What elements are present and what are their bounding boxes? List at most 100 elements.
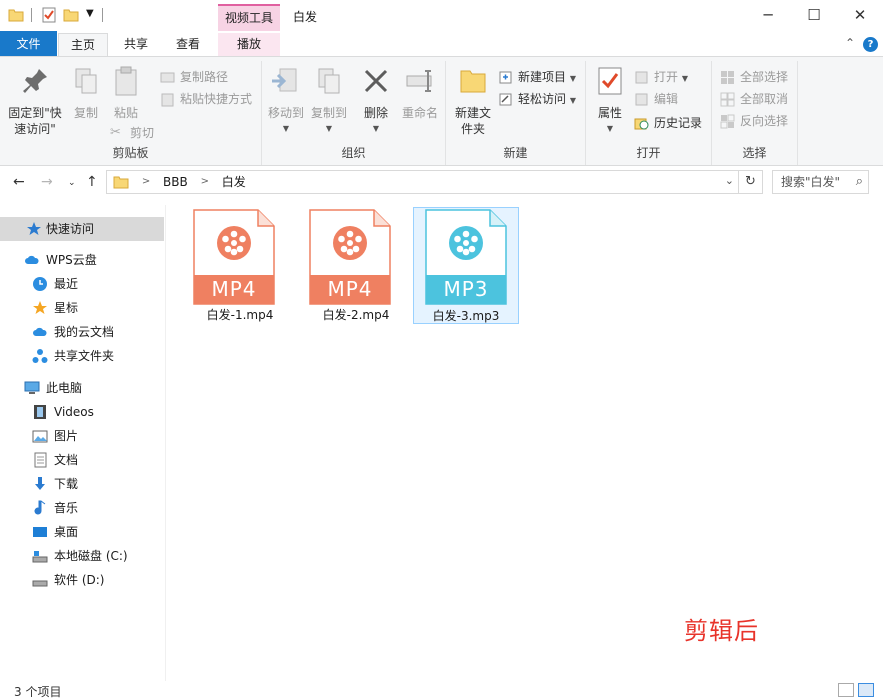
nav-item-desktop[interactable]: 桌面 [0, 520, 164, 544]
address-dropdown-chevron-icon[interactable]: ⌄ [725, 174, 734, 187]
details-view-icon[interactable] [838, 683, 854, 697]
nav-item-software-drive[interactable]: 软件 (D:) [0, 568, 164, 592]
paste-button[interactable]: 粘贴 [108, 65, 144, 121]
nav-item-videos[interactable]: Videos [0, 400, 164, 424]
window-title: 白发 [293, 10, 318, 24]
recent-locations-chevron-icon[interactable]: ⌄ [68, 178, 76, 188]
nav-item-music[interactable]: 音乐 [0, 496, 164, 520]
invert-selection-button[interactable]: 反向选择 [720, 111, 788, 131]
collapse-ribbon-chevron-icon[interactable]: ⌃ [845, 36, 855, 50]
new-folder-icon[interactable] [63, 7, 79, 23]
share-nodes-icon [32, 349, 48, 363]
edit-icon [635, 93, 648, 106]
nav-label: 共享文件夹 [54, 349, 115, 363]
file-item[interactable]: MP4 白发-2.mp4 [303, 207, 409, 324]
nav-item-recent[interactable]: 最近 [0, 272, 164, 296]
file-item-selected[interactable]: MP3 白发-3.mp3 [413, 207, 519, 324]
back-arrow-icon[interactable]: ← [13, 174, 25, 190]
nav-label: 星标 [54, 301, 79, 315]
nav-label: 我的云文档 [54, 325, 115, 339]
folder-icon [113, 176, 129, 189]
breadcrumb: > BBB > 白发 [113, 171, 246, 193]
nav-label: 音乐 [54, 501, 79, 515]
file-type-badge: MP4 [211, 277, 257, 301]
select-all-button[interactable]: 全部选择 [720, 67, 788, 87]
move-to-button[interactable]: 移动到 ▼ [266, 65, 306, 137]
maximize-button[interactable]: ☐ [791, 0, 837, 31]
nav-label: 软件 (D:) [54, 573, 105, 587]
tab-play[interactable]: 播放 [218, 33, 280, 57]
minimize-button[interactable]: ─ [745, 0, 791, 31]
paste-label: 粘贴 [113, 106, 138, 120]
folder-icon[interactable] [8, 7, 24, 23]
address-row: ← → ⌄ ↑ > BBB > 白发 ⌄ ↻ 搜索"白发" ⌕ [0, 167, 883, 199]
clock-icon [33, 277, 47, 291]
nav-item-downloads[interactable]: 下载 [0, 472, 164, 496]
new-group-label: 新建 [503, 146, 528, 160]
copy-path-button[interactable]: 复制路径 [160, 67, 228, 87]
nav-item-shared-folders[interactable]: 共享文件夹 [0, 344, 164, 368]
rename-button[interactable]: 重命名 [400, 65, 440, 121]
properties-check-icon[interactable] [41, 7, 57, 23]
copy-to-label: 复制到 [310, 106, 347, 120]
history-button[interactable]: 历史记录 [634, 113, 702, 133]
tab-home[interactable]: 主页 [58, 33, 108, 58]
download-arrow-icon [35, 477, 45, 490]
rename-icon [406, 70, 432, 92]
paste-shortcut-button[interactable]: 粘贴快捷方式 [160, 89, 252, 109]
new-item-button[interactable]: 新建项目 ▼ [498, 67, 576, 87]
search-input[interactable]: 搜索"白发" ⌕ [772, 170, 869, 194]
close-button[interactable]: ✕ [837, 0, 883, 31]
customize-toolbar-chevron-icon[interactable]: ▼ [86, 8, 102, 24]
video-tools-context-label: 视频工具 [218, 4, 280, 33]
nav-item-wps-cloud[interactable]: WPS云盘 [0, 248, 164, 272]
breadcrumb-item[interactable]: BBB [163, 171, 188, 193]
delete-button[interactable]: 删除 ▼ [360, 65, 392, 137]
refresh-icon[interactable]: ↻ [739, 170, 763, 194]
computer-icon [24, 381, 40, 394]
pin-quick-access-button[interactable]: 固定到"快速访问" [4, 65, 66, 137]
nav-item-local-disk[interactable]: 本地磁盘 (C:) [0, 544, 164, 568]
properties-button[interactable]: 属性 ▼ [592, 65, 628, 137]
nav-item-this-pc[interactable]: 此电脑 [0, 376, 164, 400]
nav-item-my-cloud-docs[interactable]: 我的云文档 [0, 320, 164, 344]
nav-item-starred[interactable]: 星标 [0, 296, 164, 320]
easy-access-label: 轻松访问 [518, 92, 567, 106]
select-none-button[interactable]: 全部取消 [720, 89, 788, 109]
copy-to-button[interactable]: 复制到 ▼ [308, 65, 350, 137]
help-icon[interactable]: ? [863, 37, 878, 52]
select-all-icon [721, 71, 734, 84]
easy-access-button[interactable]: 轻松访问 ▼ [498, 89, 576, 109]
file-list: MP4 白发-1.mp4 MP4 白发-2.mp4 MP3 白发-3.mp3 剪… [167, 199, 883, 681]
new-folder-button[interactable]: 新建文件夹 [452, 65, 494, 137]
tab-view[interactable]: 查看 [166, 33, 210, 57]
edit-button[interactable]: 编辑 [634, 89, 678, 109]
up-arrow-icon[interactable]: ↑ [86, 174, 98, 190]
delete-label: 删除 [363, 106, 388, 120]
nav-label: 文档 [54, 453, 79, 467]
nav-label: 本地磁盘 (C:) [54, 549, 128, 563]
file-name: 白发-3.mp3 [432, 309, 500, 323]
open-button[interactable]: 打开 ▼ [634, 67, 688, 87]
copy-button[interactable]: 复制 [68, 65, 104, 121]
drive-icon [32, 551, 48, 563]
search-icon: ⌕ [855, 174, 863, 189]
easy-access-icon [499, 93, 512, 106]
select-group: 全部选择 全部取消 反向选择 选择 [712, 61, 798, 165]
navigation-pane: 快速访问 WPS云盘 最近 星标 我的云文档 共享文件夹 此电脑 Videos … [0, 205, 166, 681]
copy-path-label: 复制路径 [180, 70, 229, 84]
breadcrumb-item[interactable]: 白发 [222, 171, 246, 193]
forward-arrow-icon[interactable]: → [41, 174, 53, 190]
nav-label: 下载 [54, 477, 79, 491]
tab-share[interactable]: 共享 [114, 33, 158, 57]
nav-item-pictures[interactable]: 图片 [0, 424, 164, 448]
nav-item-quick-access[interactable]: 快速访问 [0, 217, 164, 241]
ribbon: 固定到"快速访问" 复制 粘贴 复制路径 粘贴快捷方式 ✂ 剪切 剪贴板 移动到… [0, 56, 883, 166]
nav-item-documents[interactable]: 文档 [0, 448, 164, 472]
paste-shortcut-icon [161, 93, 174, 107]
tab-file[interactable]: 文件 [0, 31, 57, 57]
cut-button[interactable]: ✂ 剪切 [110, 123, 154, 143]
large-icons-view-icon[interactable] [858, 683, 874, 697]
file-item[interactable]: MP4 白发-1.mp4 [187, 207, 293, 324]
address-bar[interactable]: > BBB > 白发 ⌄ [106, 170, 739, 194]
